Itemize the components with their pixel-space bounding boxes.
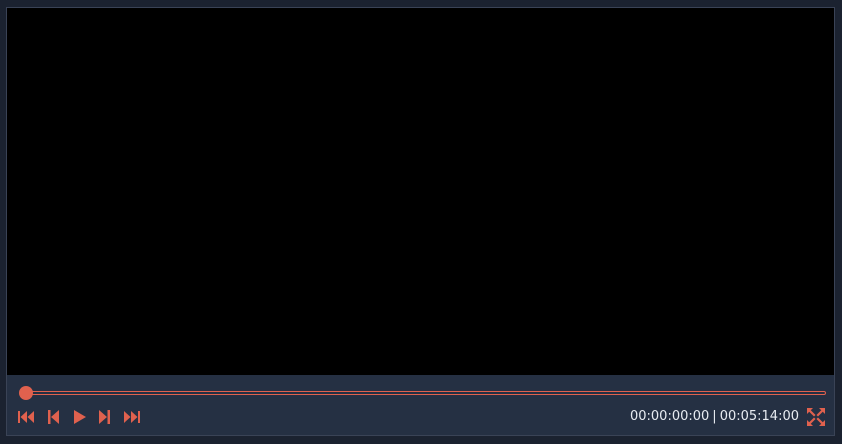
video-player: 00:00:00:00 | 00:05:14:00 (6, 7, 835, 436)
current-time: 00:00:00:00 (629, 409, 710, 424)
skip-to-end-button[interactable] (120, 407, 142, 427)
skip-to-start-button[interactable] (16, 407, 38, 427)
next-frame-button[interactable] (93, 407, 115, 427)
fullscreen-icon (807, 408, 825, 426)
timecode-separator: | (712, 409, 717, 424)
seek-handle[interactable] (19, 386, 33, 400)
play-button[interactable] (68, 407, 90, 427)
previous-frame-button[interactable] (43, 407, 65, 427)
timecode-display: 00:00:00:00 | 00:05:14:00 (630, 409, 799, 425)
total-duration: 00:05:14:00 (719, 409, 799, 424)
play-icon (74, 410, 86, 424)
skip-to-start-icon (18, 411, 34, 423)
video-display[interactable] (7, 8, 834, 375)
previous-frame-icon (48, 410, 59, 424)
fullscreen-button[interactable] (805, 407, 827, 427)
skip-to-end-icon (124, 411, 140, 423)
next-frame-icon (99, 410, 110, 424)
seek-bar[interactable] (19, 386, 826, 400)
control-bar: 00:00:00:00 | 00:05:14:00 (7, 375, 834, 435)
